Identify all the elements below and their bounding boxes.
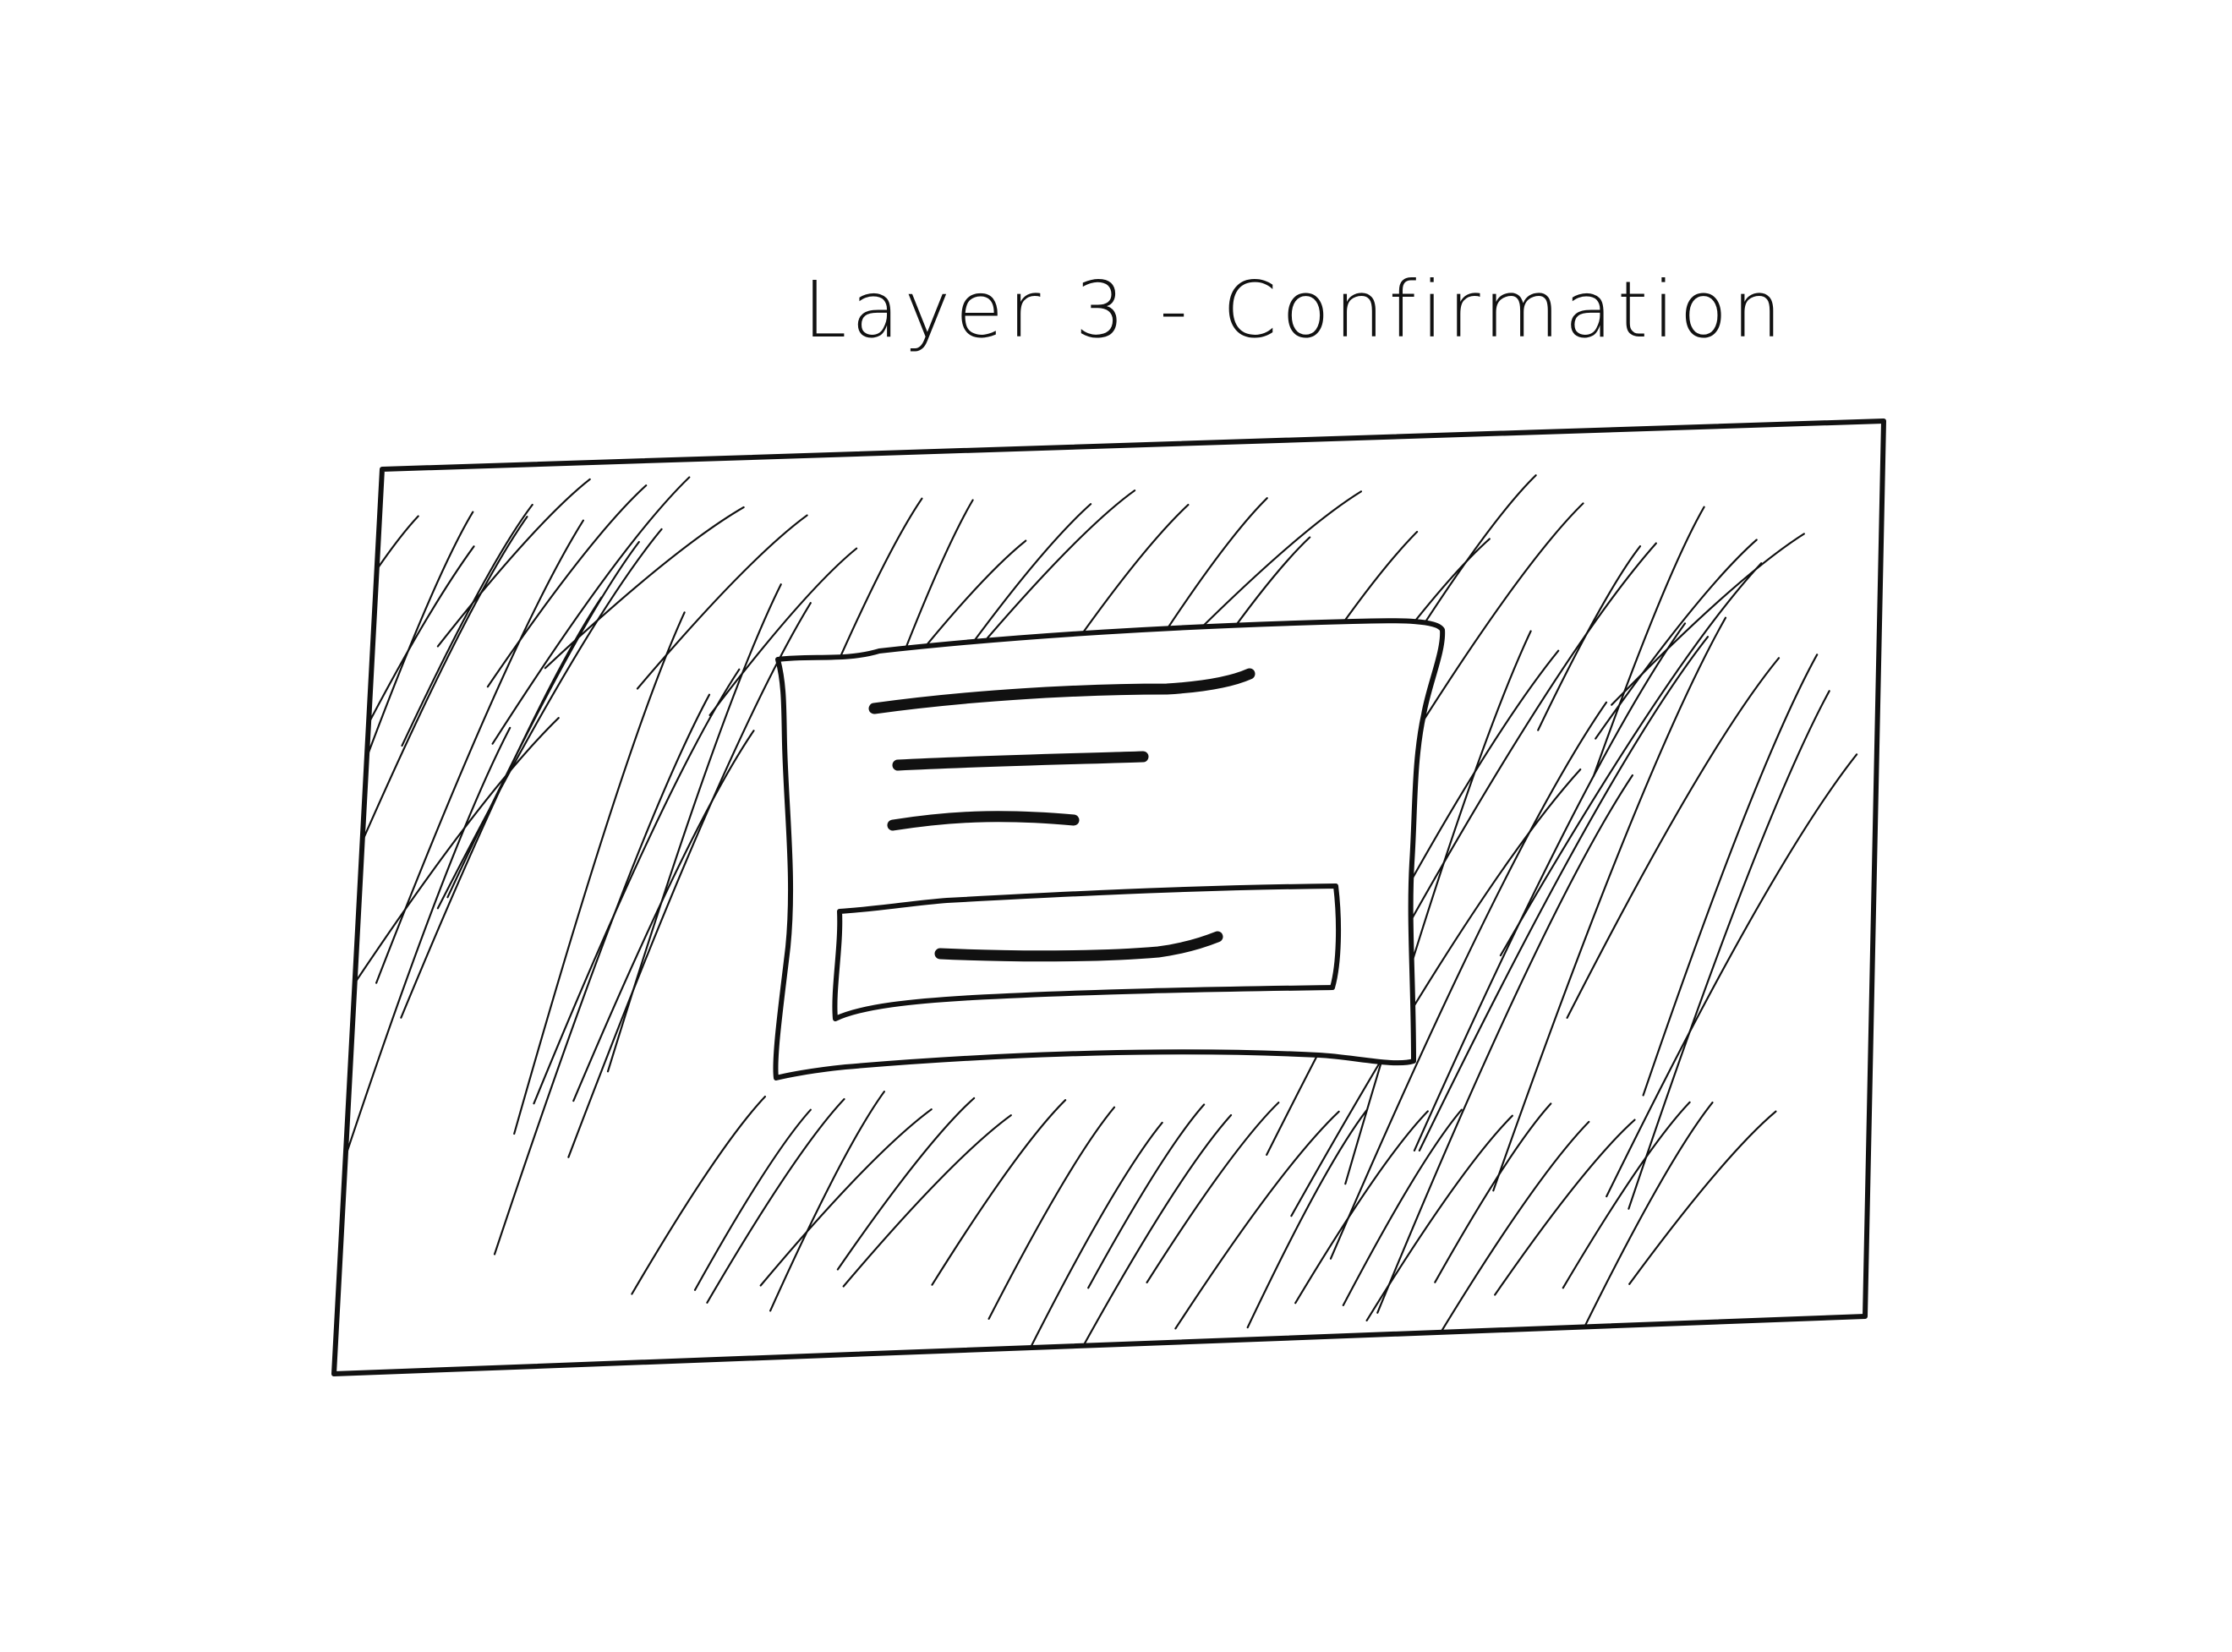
wireframe-sketch: Layer 3 - Confirmation [331,265,1886,1376]
hatch-stroke [1592,506,1705,778]
hatch-stroke [931,1099,1067,1286]
hatch-stroke [1426,1120,1590,1354]
hatch-stroke [1606,753,1858,1198]
hatch-stroke [1413,622,1687,1151]
hatch-stroke [1087,1103,1206,1289]
hatch-stroke [1595,539,1758,740]
hatch-stroke [1628,690,1830,1210]
hatch-stroke [1418,636,1710,1151]
hatch-stroke [1434,1102,1552,1283]
hatch-stroke [1578,1102,1714,1339]
hatch-stroke [1611,533,1805,706]
hatch-stroke [1025,1121,1163,1357]
hatch-stroke [1342,1108,1463,1306]
hatch-stroke [769,1091,885,1312]
hatch-stroke [491,476,691,745]
hatch-stroke [836,1097,976,1271]
hatch-stroke [987,1106,1116,1320]
hatch-stroke [1174,1110,1340,1330]
hatch-stroke [334,515,419,686]
hatch-stroke [513,611,686,1135]
hatch-stroke [436,478,591,648]
hatch-stroke [1146,1102,1280,1283]
hatch-stroke [1365,1114,1513,1321]
hatch-stroke [1294,1110,1429,1305]
hatch-stroke [400,596,603,1019]
hatch-stroke [334,717,560,1107]
hatch-stroke [1642,654,1819,1097]
hatch-stroke [1411,502,1584,740]
hatch-stroke [1537,545,1642,731]
hatch-stroke [334,545,475,1056]
hatch-stroke [693,1108,812,1291]
hatch-stroke [1080,1113,1233,1351]
hatch-stroke [706,1097,845,1304]
hatch-stroke [986,490,1136,639]
hatch-stroke [631,1096,766,1295]
sketch-title: Layer 3 - Confirmation [803,265,1786,355]
